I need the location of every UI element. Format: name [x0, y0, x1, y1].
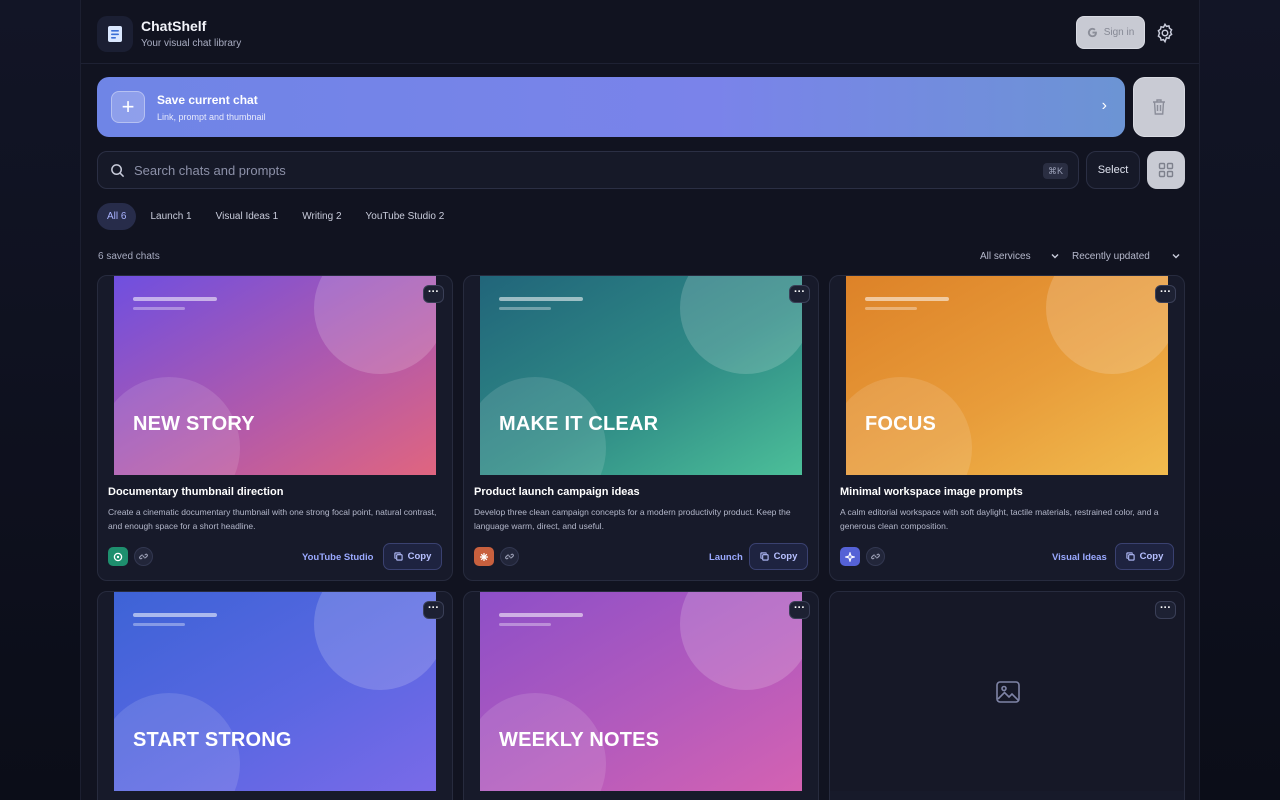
- chevron-right-icon: ›: [1101, 97, 1107, 114]
- copy-label: Copy: [407, 551, 432, 562]
- link-icon[interactable]: [500, 547, 519, 566]
- link-icon[interactable]: [134, 547, 153, 566]
- card-thumbnail: NEW STORY: [114, 276, 436, 475]
- saved-count: 6 saved chats: [98, 251, 160, 262]
- save-banner-subtitle: Link, prompt and thumbnail: [157, 112, 266, 122]
- tab-youtube-studio[interactable]: YouTube Studio 2: [356, 203, 455, 230]
- card-title: Product launch campaign ideas: [474, 486, 640, 498]
- search-bar: ⌘K: [97, 151, 1079, 189]
- copy-icon: [1125, 552, 1135, 561]
- card-description: Create a cinematic documentary thumbnail…: [108, 507, 437, 531]
- sign-in-label: Sign in: [1103, 27, 1135, 38]
- save-banner-title: Save current chat: [157, 93, 258, 107]
- link-icon[interactable]: [866, 547, 885, 566]
- plus-icon: +: [111, 91, 145, 123]
- tab-writing[interactable]: Writing 2: [292, 203, 351, 230]
- card-thumbnail-placeholder: [830, 592, 1184, 791]
- more-options-button[interactable]: ···: [789, 285, 810, 303]
- document-icon: [108, 26, 122, 42]
- card-title: Documentary thumbnail direction: [108, 486, 284, 498]
- copy-label: Copy: [1139, 551, 1164, 562]
- card-thumbnail: START STRONG: [114, 592, 436, 791]
- header: ChatShelf Your visual chat library Sign …: [81, 0, 1199, 64]
- more-options-button[interactable]: ···: [1155, 285, 1176, 303]
- sign-in-button[interactable]: Sign in: [1076, 16, 1145, 49]
- card-tag[interactable]: Launch: [709, 552, 743, 563]
- save-current-chat-button[interactable]: + Save current chat Link, prompt and thu…: [97, 77, 1125, 137]
- google-icon: [1087, 27, 1097, 38]
- search-icon: [111, 164, 125, 178]
- thumbnail-headline: NEW STORY: [133, 413, 255, 435]
- more-options-button[interactable]: ···: [1155, 601, 1176, 619]
- copy-label: Copy: [773, 551, 798, 562]
- gear-icon: [1157, 22, 1173, 44]
- card-title: Minimal workspace image prompts: [840, 486, 1023, 498]
- app-logo: [97, 16, 133, 52]
- chat-card[interactable]: MAKE IT CLEAR ··· Product launch campaig…: [463, 275, 819, 581]
- more-options-button[interactable]: ···: [789, 601, 810, 619]
- sort-dropdown[interactable]: Recently updated: [1072, 251, 1150, 262]
- thumbnail-headline: WEEKLY NOTES: [499, 729, 660, 751]
- copy-button[interactable]: Copy: [383, 543, 442, 570]
- card-description: Develop three clean campaign concepts fo…: [474, 507, 791, 531]
- more-options-button[interactable]: ···: [423, 285, 444, 303]
- sparkle-service-icon: [840, 547, 860, 566]
- search-shortcut-badge: ⌘K: [1042, 163, 1068, 179]
- app-window: ChatShelf Your visual chat library Sign …: [80, 0, 1200, 800]
- copy-button[interactable]: Copy: [1115, 543, 1174, 570]
- category-tabs: All 6 Launch 1 Visual Ideas 1 Writing 2 …: [97, 203, 454, 230]
- card-thumbnail: FOCUS: [846, 276, 1168, 475]
- card-thumbnail: WEEKLY NOTES: [480, 592, 802, 791]
- thumbnail-headline: FOCUS: [865, 413, 936, 435]
- image-placeholder-icon: [996, 680, 1020, 703]
- tab-all[interactable]: All 6: [97, 203, 137, 230]
- card-thumbnail: MAKE IT CLEAR: [480, 276, 802, 475]
- more-options-button[interactable]: ···: [423, 601, 444, 619]
- chat-card[interactable]: NEW STORY ··· Documentary thumbnail dire…: [97, 275, 453, 581]
- grid-view-button[interactable]: [1147, 151, 1185, 189]
- trash-button[interactable]: [1133, 77, 1185, 137]
- chat-card[interactable]: ···: [829, 591, 1185, 800]
- copy-button[interactable]: Copy: [749, 543, 808, 570]
- grid-icon: [1158, 162, 1174, 178]
- chat-card[interactable]: FOCUS ··· Minimal workspace image prompt…: [829, 275, 1185, 581]
- chevron-down-icon: [1172, 254, 1180, 259]
- chat-card[interactable]: START STRONG ···: [97, 591, 453, 800]
- settings-button[interactable]: [1154, 22, 1176, 44]
- app-subtitle: Your visual chat library: [141, 38, 242, 49]
- select-button[interactable]: Select: [1086, 151, 1140, 189]
- tab-visual-ideas[interactable]: Visual Ideas 1: [206, 203, 289, 230]
- chat-card[interactable]: WEEKLY NOTES ···: [463, 591, 819, 800]
- service-filter-dropdown[interactable]: All services: [980, 251, 1031, 262]
- copy-icon: [759, 552, 769, 561]
- copy-icon: [393, 552, 403, 561]
- trash-icon: [1153, 99, 1165, 115]
- card-tag[interactable]: Visual Ideas: [1052, 552, 1107, 563]
- green-service-icon: [108, 547, 128, 566]
- page-background-right: [1200, 0, 1280, 800]
- asterisk-service-icon: [474, 547, 494, 566]
- chevron-down-icon: [1051, 254, 1059, 259]
- page-background-left: [0, 0, 80, 800]
- app-title: ChatShelf: [141, 18, 207, 34]
- thumbnail-headline: MAKE IT CLEAR: [499, 413, 659, 435]
- card-description: A calm editorial workspace with soft day…: [840, 507, 1159, 531]
- tab-launch[interactable]: Launch 1: [140, 203, 201, 230]
- search-input[interactable]: [134, 152, 1014, 188]
- thumbnail-headline: START STRONG: [133, 729, 292, 751]
- card-tag[interactable]: YouTube Studio: [302, 552, 373, 563]
